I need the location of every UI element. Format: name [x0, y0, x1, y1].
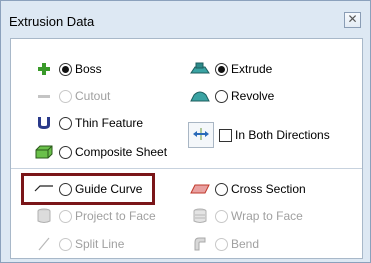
option-revolve[interactable]: Revolve — [189, 87, 274, 105]
extrude-label: Extrude — [231, 62, 273, 76]
revolve-icon — [189, 88, 211, 104]
cutout-label: Cutout — [75, 89, 111, 103]
bend-icon — [189, 236, 211, 252]
revolve-radio[interactable] — [215, 89, 228, 103]
guide-curve-radio[interactable] — [59, 182, 72, 196]
split-line-label: Split Line — [75, 237, 125, 251]
composite-sheet-icon — [33, 144, 55, 160]
option-wrap-to-face[interactable]: Wrap to Face — [189, 207, 303, 225]
wrap-to-face-radio[interactable] — [215, 209, 228, 223]
project-to-face-icon — [33, 208, 55, 224]
cross-section-radio[interactable] — [215, 182, 228, 196]
option-composite-sheet[interactable]: Composite Sheet — [33, 143, 167, 161]
extrude-radio[interactable] — [215, 62, 228, 76]
option-guide-curve[interactable]: Guide Curve — [33, 180, 142, 198]
bend-radio[interactable] — [215, 237, 228, 251]
option-cross-section[interactable]: Cross Section — [189, 180, 306, 198]
in-both-directions-checkbox[interactable] — [219, 128, 232, 142]
options-panel: Boss Extrude Cutout Revolve Thin Feature… — [10, 38, 363, 259]
close-button[interactable]: ✕ — [344, 12, 361, 28]
revolve-label: Revolve — [231, 89, 275, 103]
dialog-title: Extrusion Data — [9, 14, 95, 29]
composite-sheet-radio[interactable] — [59, 145, 72, 159]
split-line-icon — [33, 236, 55, 252]
double-arrow-icon — [192, 127, 210, 143]
boss-radio[interactable] — [59, 62, 72, 76]
thin-feature-icon — [33, 115, 55, 131]
project-to-face-radio[interactable] — [59, 209, 72, 223]
bend-label: Bend — [231, 237, 260, 251]
thin-feature-radio[interactable] — [59, 116, 72, 130]
split-line-radio[interactable] — [59, 237, 72, 251]
option-extrude[interactable]: Extrude — [189, 60, 272, 78]
wrap-to-face-icon — [189, 208, 211, 224]
cutout-radio[interactable] — [59, 89, 72, 103]
option-in-both-directions[interactable]: In Both Directions — [219, 126, 330, 144]
option-split-line[interactable]: Split Line — [33, 235, 124, 253]
option-project-to-face[interactable]: Project to Face — [33, 207, 156, 225]
boss-label: Boss — [75, 62, 102, 76]
cross-section-label: Cross Section — [231, 182, 306, 196]
thin-feature-label: Thin Feature — [75, 116, 144, 130]
in-both-directions-label: In Both Directions — [235, 128, 330, 142]
title-bar: Extrusion Data ✕ — [1, 1, 370, 38]
option-bend[interactable]: Bend — [189, 235, 259, 253]
close-icon: ✕ — [347, 12, 358, 26]
wrap-to-face-label: Wrap to Face — [231, 209, 303, 223]
both-directions-button[interactable] — [188, 122, 214, 148]
boss-plus-icon — [33, 61, 55, 77]
composite-sheet-label: Composite Sheet — [75, 145, 168, 159]
extrusion-data-dialog: Extrusion Data ✕ Boss Extrude Cutout Rev… — [0, 0, 371, 263]
extrude-icon — [189, 61, 211, 77]
section-divider-1 — [11, 168, 362, 169]
option-boss[interactable]: Boss — [33, 60, 102, 78]
option-cutout[interactable]: Cutout — [33, 87, 110, 105]
project-to-face-label: Project to Face — [75, 209, 156, 223]
option-thin-feature[interactable]: Thin Feature — [33, 114, 143, 132]
guide-curve-icon — [33, 181, 55, 197]
cross-section-icon — [189, 181, 211, 197]
cutout-minus-icon — [33, 88, 55, 104]
guide-curve-label: Guide Curve — [75, 182, 143, 196]
